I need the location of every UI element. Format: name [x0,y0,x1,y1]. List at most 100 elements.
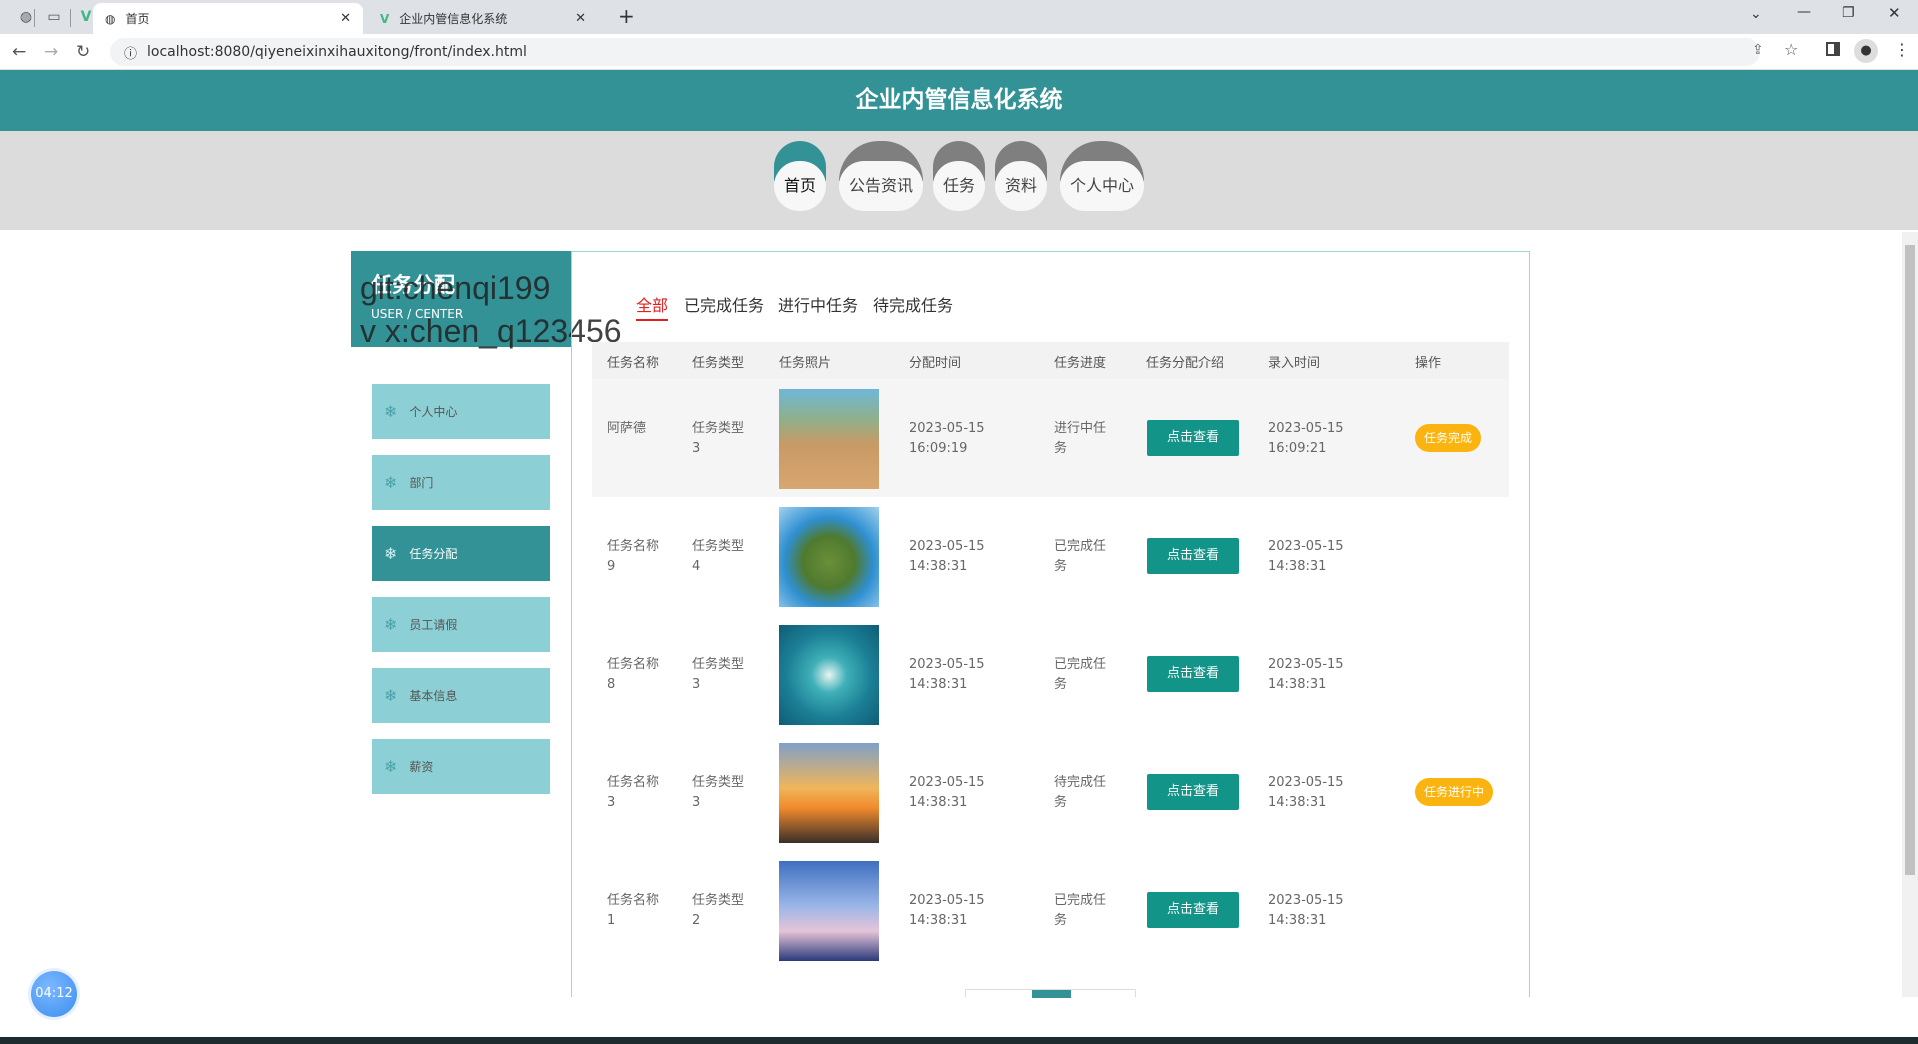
tab-label: 企业内管信息化系统 [399,12,508,26]
taskbar-strip [0,1037,1918,1044]
star-icon[interactable]: ☆ [1784,40,1798,59]
task-type: 任务类型3 [692,421,745,456]
column-header: 任务类型 [692,356,745,371]
view-details-button[interactable]: 点击查看 [1147,420,1239,456]
task-photo[interactable] [779,861,879,961]
share-icon[interactable]: ⇪ [1752,42,1764,58]
task-type: 任务类型4 [692,539,745,574]
task-photo[interactable] [779,625,879,725]
close-icon[interactable]: ✕ [575,11,586,26]
view-details-button[interactable]: 点击查看 [1147,656,1239,692]
pagination [965,989,1136,998]
column-header: 分配时间 [909,356,962,371]
sidebar-icon[interactable] [1826,42,1840,56]
assigned-time: 2023-05-15 16:09:19 [909,421,985,456]
filter-tab-in-progress[interactable]: 进行中任务 [778,292,858,316]
created-time: 2023-05-15 14:38:31 [1268,775,1344,810]
sidebar-item-task-assignment[interactable]: ❄ 任务分配 [372,526,550,581]
task-photo[interactable] [779,389,879,489]
column-header: 操作 [1415,356,1442,371]
address-bar-row: ← → ↻ ⓘ localhost:8080/qiyeneixinxihauxi… [0,34,1918,70]
browser-tab-bar: ◍ ▭ V ◍ 首页 ✕ V 企业内管信息化系统 ✕ + ⌄ — ❐ ✕ [0,0,1918,34]
timer-badge: 04:12 [31,971,77,1017]
page-icon[interactable]: ▭ [44,7,64,27]
divider [34,9,35,27]
sidebar-item-salary[interactable]: ❄ 薪资 [372,739,550,794]
assigned-time: 2023-05-15 14:38:31 [909,539,985,574]
column-header: 任务名称 [607,356,660,371]
sidebar-item-department[interactable]: ❄ 部门 [372,455,550,510]
created-time: 2023-05-15 14:38:31 [1268,893,1344,928]
scrollbar-thumb[interactable] [1905,245,1915,875]
created-time: 2023-05-15 14:38:31 [1268,657,1344,692]
close-icon[interactable]: ✕ [340,11,351,26]
snowflake-icon: ❄ [384,686,398,705]
snowflake-icon: ❄ [384,615,398,634]
task-name: 任务名称1 [607,893,660,928]
nav-materials[interactable]: 资料 [995,141,1047,211]
column-header: 任务分配介绍 [1146,356,1225,371]
task-name: 任务名称8 [607,657,660,692]
sidebar-item-leave[interactable]: ❄ 员工请假 [372,597,550,652]
back-icon[interactable]: ← [12,42,26,62]
restore-button[interactable]: ❐ [1842,5,1855,21]
nav-news[interactable]: 公告资讯 [839,141,923,211]
created-time: 2023-05-15 14:38:31 [1268,539,1344,574]
filter-tab-all[interactable]: 全部 [636,292,669,321]
task-progress: 已完成任务 [1054,539,1107,574]
task-type: 任务类型3 [692,775,745,810]
column-header: 任务进度 [1054,356,1107,371]
task-photo[interactable] [779,743,879,843]
close-window-button[interactable]: ✕ [1888,4,1901,22]
page-button-active[interactable] [1032,990,1071,998]
profile-icon[interactable]: ● [1854,39,1878,63]
vue-icon: V [380,11,390,26]
url-input[interactable]: ⓘ localhost:8080/qiyeneixinxihauxitong/f… [110,38,1760,66]
task-progress: 进行中任务 [1054,421,1107,456]
created-time: 2023-05-15 16:09:21 [1268,421,1344,456]
task-type: 任务类型2 [692,893,745,928]
chevron-down-icon[interactable]: ⌄ [1750,6,1762,22]
site-header: 企业内管信息化系统 [0,70,1918,131]
assigned-time: 2023-05-15 14:38:31 [909,775,985,810]
assigned-time: 2023-05-15 14:38:31 [909,657,985,692]
task-name: 任务名称3 [607,775,660,810]
snowflake-icon: ❄ [384,544,398,563]
view-details-button[interactable]: 点击查看 [1147,538,1239,574]
assigned-time: 2023-05-15 14:38:31 [909,893,985,928]
task-action-button[interactable]: 任务完成 [1415,424,1482,452]
menu-icon[interactable]: ⋮ [1894,40,1910,59]
info-icon: ⓘ [124,46,138,62]
sidebar-item-basic-info[interactable]: ❄ 基本信息 [372,668,550,723]
task-name: 阿萨德 [607,421,647,436]
snowflake-icon: ❄ [384,757,398,776]
nav-home[interactable]: 首页 [774,141,826,211]
url-text: localhost:8080/qiyeneixinxihauxitong/fro… [147,44,527,60]
reload-icon[interactable]: ↻ [76,42,90,62]
tab-label: 首页 [125,12,150,26]
filter-tab-pending[interactable]: 待完成任务 [873,292,953,316]
nav-profile[interactable]: 个人中心 [1060,141,1144,211]
main-nav: 首页 公告资讯 任务 资料 个人中心 [0,131,1918,230]
minimize-button[interactable]: — [1797,4,1811,20]
view-details-button[interactable]: 点击查看 [1147,892,1239,928]
watermark-text: git:chenqi199 [360,270,551,306]
task-action-button[interactable]: 任务进行中 [1415,778,1494,806]
task-progress: 已完成任务 [1054,893,1107,928]
snowflake-icon: ❄ [384,402,398,421]
view-details-button[interactable]: 点击查看 [1147,774,1239,810]
task-type: 任务类型3 [692,657,745,692]
new-tab-button[interactable]: + [618,4,635,28]
divider [70,9,71,27]
tab-home[interactable]: ◍ 首页 ✕ [93,3,363,34]
column-header: 任务照片 [779,356,832,371]
task-photo[interactable] [779,507,879,607]
sidebar-item-profile[interactable]: ❄ 个人中心 [372,384,550,439]
forward-icon[interactable]: → [44,42,58,62]
tab-system[interactable]: V 企业内管信息化系统 ✕ [368,3,598,34]
nav-tasks[interactable]: 任务 [933,141,985,211]
filter-tab-completed[interactable]: 已完成任务 [684,292,764,316]
task-progress: 已完成任务 [1054,657,1107,692]
globe-icon: ◍ [105,11,116,26]
globe-icon[interactable]: ◍ [16,7,36,27]
